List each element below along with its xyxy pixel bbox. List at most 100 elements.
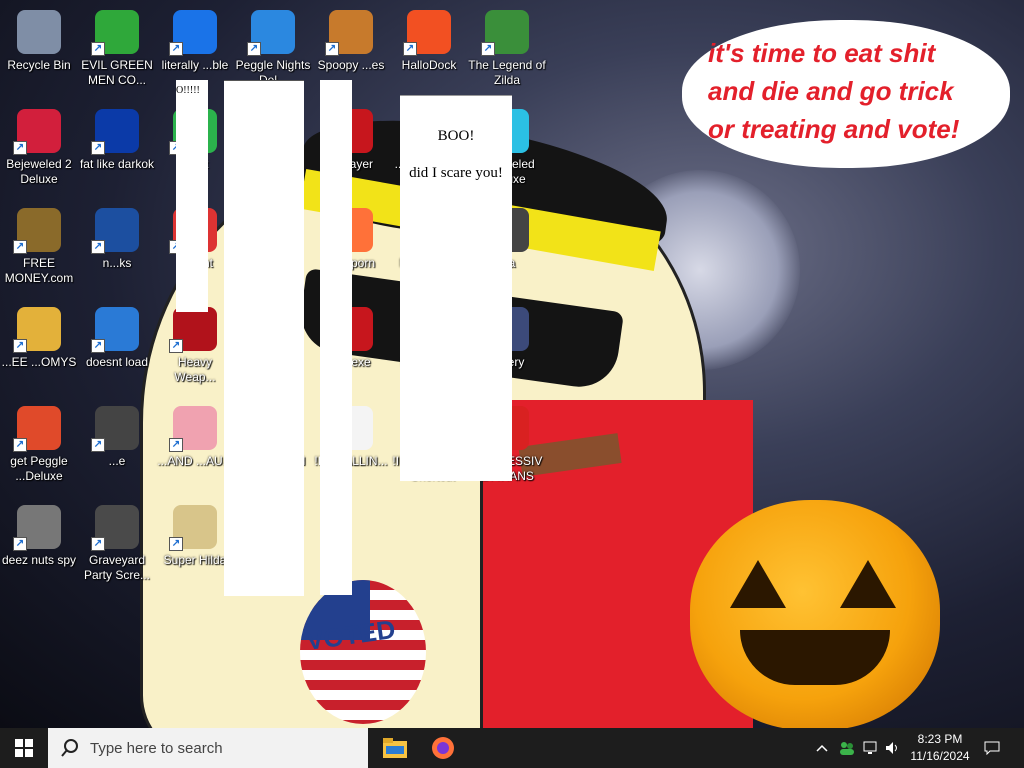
- desktop-icon-label: ...e: [108, 454, 126, 468]
- desktop-icon-label: ...EE ...OMYS: [1, 355, 77, 369]
- tray-people-app[interactable]: [836, 728, 858, 768]
- white-window-fragment-1: O!!!!!: [176, 80, 208, 312]
- desktop-icon-label: get Peggle ...Deluxe: [10, 454, 68, 483]
- shortcut-arrow-icon: ↗: [13, 537, 27, 551]
- network-icon: ↗: [91, 208, 139, 254]
- peggle-nights-icon: ↗: [247, 10, 295, 56]
- anime-icon: ↗: [169, 406, 217, 452]
- shortcut-arrow-icon: ↗: [91, 537, 105, 551]
- shortcut-arrow-icon: ↗: [13, 339, 27, 353]
- taskbar-search-box[interactable]: Type here to search: [48, 728, 368, 768]
- shortcut-arrow-icon: ↗: [91, 240, 105, 254]
- desktop-icon[interactable]: ↗ doesnt load: [78, 301, 156, 393]
- taskbar-clock[interactable]: 8:23 PM 11/16/2024: [900, 731, 980, 765]
- desktop-icon-label: deez nuts spy: [1, 553, 77, 567]
- recycle-bin-icon: [17, 10, 61, 54]
- desktop-icon[interactable]: ↗ get Peggle ...Deluxe: [0, 400, 78, 492]
- desktop-icon[interactable]: ↗ ...EE ...OMYS: [0, 301, 78, 393]
- desktop-icon[interactable]: Recycle Bin: [0, 4, 78, 96]
- desktop-icon-label: Graveyard Party Scre...: [83, 553, 151, 582]
- windows-logo-icon: [15, 739, 33, 757]
- desktop-icon[interactable]: ↗ Heavy Weap...: [156, 301, 234, 393]
- desktop-icon[interactable]: ↗ Bejeweled 2 Deluxe: [0, 103, 78, 195]
- desktop-icon-label: literally ...ble: [161, 58, 229, 72]
- desktop-icon-label: Heavy Weap...: [174, 355, 216, 384]
- shortcut-arrow-icon: ↗: [13, 141, 27, 155]
- hidden-icon-3: ↗: [91, 406, 139, 452]
- desktop-icon[interactable]: ↗ The Legend of Zilda: [468, 4, 546, 96]
- wallpaper-pumpkin-bucket: [690, 500, 940, 728]
- peggle-icon: ↗: [13, 406, 61, 452]
- desktop-icon[interactable]: ↗ Super Hilda: [156, 499, 234, 591]
- free-comys-icon: ↗: [13, 307, 61, 353]
- pumpkin-left-eye: [730, 560, 786, 608]
- action-center-button[interactable]: [980, 728, 1004, 768]
- boo-popup-window[interactable]: BOO! did I scare you!: [400, 95, 512, 481]
- desktop-icon[interactable]: ↗ deez nuts spy: [0, 499, 78, 591]
- shortcut-arrow-icon: ↗: [325, 42, 339, 56]
- shortcut-arrow-icon: ↗: [91, 438, 105, 452]
- desktop-icon[interactable]: ↗ Graveyard Party Scre...: [78, 499, 156, 591]
- shortcut-arrow-icon: ↗: [169, 42, 183, 56]
- file-explorer-icon: [383, 738, 407, 758]
- notification-icon: [984, 741, 1000, 755]
- scare-text: did I scare you!: [409, 165, 503, 181]
- money-bag-icon: ↗: [13, 208, 61, 254]
- heavy-weapon-icon: ↗: [169, 307, 217, 353]
- desktop-icon-label: The Legend of Zilda: [468, 58, 546, 87]
- desktop-icon[interactable]: ↗ fat like darkok: [78, 103, 156, 195]
- mpl-icon: ↗: [91, 109, 139, 155]
- clock-time: 8:23 PM: [917, 732, 963, 746]
- shortcut-arrow-icon: ↗: [169, 339, 183, 353]
- desktop-icon-label: doesnt load: [85, 355, 149, 369]
- desktop[interactable]: it's time to eat shit and die and go tri…: [0, 0, 1024, 728]
- desktop-icon[interactable]: ↗ n...ks: [78, 202, 156, 294]
- network-icon: [863, 741, 877, 754]
- super-hilda-icon: ↗: [169, 505, 217, 551]
- pumpkin-mouth: [740, 630, 890, 685]
- search-placeholder: Type here to search: [90, 739, 223, 757]
- firefox-icon: [432, 737, 454, 759]
- spoopy-icon: ↗: [325, 10, 373, 56]
- desktop-icon-label: fat like darkok: [79, 157, 155, 171]
- white-window-fragment-2: [224, 80, 304, 596]
- hallodock-icon: ↗: [403, 10, 451, 56]
- desktop-icon[interactable]: ↗ HalloDock: [390, 4, 468, 96]
- evil-green-men-icon: ↗: [91, 10, 139, 56]
- desktop-icon[interactable]: ↗ ...e: [78, 400, 156, 492]
- taskbar-firefox[interactable]: [419, 728, 467, 768]
- desktop-icon[interactable]: ↗ FREE MONEY.com: [0, 202, 78, 294]
- shortcut-arrow-icon: ↗: [169, 537, 183, 551]
- window-fragment-text: O!!!!!: [176, 85, 200, 96]
- desktop-icon-label: EVIL GREEN MEN CO...: [81, 58, 153, 87]
- desktop-icon[interactable]: ↗ ...AND ...AU...: [156, 400, 234, 492]
- desktop-icon[interactable]: ↗ EVIL GREEN MEN CO...: [78, 4, 156, 96]
- clock-date: 11/16/2024: [910, 749, 970, 763]
- desktop-icon-label: Bejeweled 2 Deluxe: [6, 157, 72, 186]
- chevron-up-icon: [816, 744, 828, 752]
- people-tray-icon: [840, 742, 854, 755]
- taskbar: Type here to search 8:23 PM 11/16/2024: [0, 728, 1024, 768]
- shortcut-arrow-icon: ↗: [13, 240, 27, 254]
- start-button[interactable]: [0, 728, 48, 768]
- desktop-icon-label: Recycle Bin: [7, 58, 71, 72]
- shortcut-arrow-icon: ↗: [169, 438, 183, 452]
- graveyard-icon: ↗: [91, 505, 139, 551]
- desktop-icon-label: HalloDock: [401, 58, 457, 72]
- desktop-icon-label: ...AND ...AU...: [157, 454, 233, 468]
- shortcut-arrow-icon: ↗: [91, 339, 105, 353]
- tray-network[interactable]: [860, 728, 882, 768]
- taskbar-file-explorer[interactable]: [371, 728, 419, 768]
- thunderbird-icon: ↗: [91, 307, 139, 353]
- boo-text: BOO!: [437, 128, 475, 144]
- wallpaper-voted-badge: VOTED: [300, 580, 426, 724]
- volume-icon: [886, 742, 897, 754]
- wallpaper-speech-bubble: it's time to eat shit and die and go tri…: [682, 20, 1010, 168]
- chrome-icon: ↗: [169, 10, 217, 56]
- show-hidden-icons-chevron[interactable]: [812, 728, 832, 768]
- white-window-fragment-3: [320, 80, 352, 595]
- legend-of-zilda-icon: ↗: [481, 10, 529, 56]
- shortcut-arrow-icon: ↗: [403, 42, 417, 56]
- shortcut-arrow-icon: ↗: [91, 42, 105, 56]
- voted-text: VOTED: [304, 613, 398, 657]
